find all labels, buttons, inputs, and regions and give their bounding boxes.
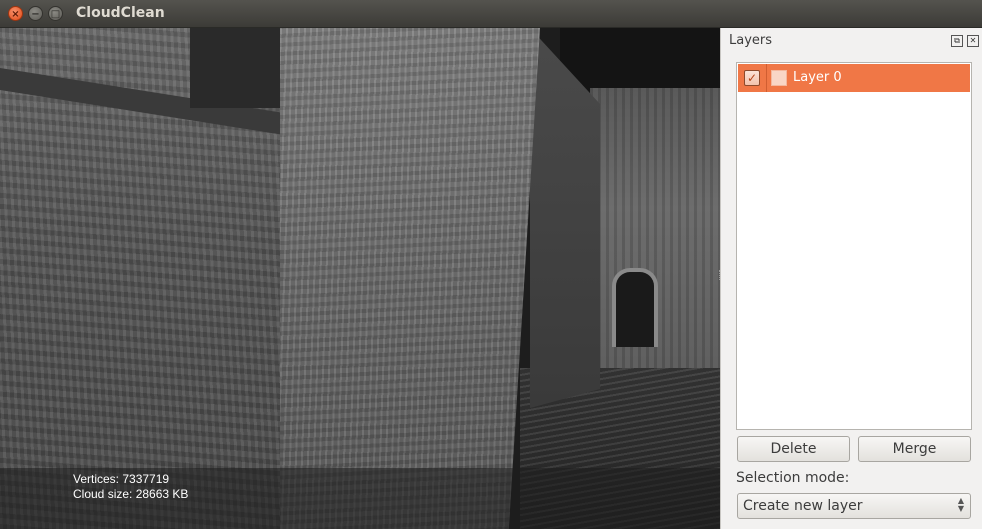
point-cloud-archway [612,268,658,347]
layer-list[interactable]: ✓ Layer 0 [736,62,972,430]
vertices-count: Vertices: 7337719 [73,472,170,486]
title-bar: × − □ CloudClean [0,0,982,28]
layer-color-swatch[interactable] [771,70,787,86]
window-close-button[interactable]: × [8,6,23,21]
point-cloud-viewport[interactable]: Vertices: 7337719 Cloud size: 28663 KB [0,28,720,529]
point-cloud-wall-center [280,28,540,529]
selection-mode-select[interactable]: Create new layer ▲ ▼ [737,493,971,519]
window-maximize-button[interactable]: □ [48,6,63,21]
window-minimize-button[interactable]: − [28,6,43,21]
cloud-stats: Vertices: 7337719 Cloud size: 28663 KB [73,472,188,502]
layers-panel-title: Layers [729,33,773,48]
float-icon[interactable]: ⧉ [951,35,963,47]
cloud-size: Cloud size: 28663 KB [73,487,189,501]
selection-mode-label: Selection mode: [736,470,850,486]
point-cloud-window-opening [190,28,286,108]
layer-row-divider [766,64,767,92]
updown-arrows-icon: ▲ ▼ [957,496,964,513]
layer-row[interactable]: ✓ Layer 0 [738,64,970,92]
layers-dock-panel: Layers ⧉ ✕ ✓ Layer 0 Delete Merge Select… [720,28,982,529]
layer-name: Layer 0 [793,70,842,85]
merge-button[interactable]: Merge [858,436,971,462]
delete-button[interactable]: Delete [737,436,850,462]
window-title: CloudClean [76,5,165,21]
close-icon[interactable]: ✕ [967,35,979,47]
layer-visibility-checkbox[interactable]: ✓ [744,70,760,86]
selection-mode-value: Create new layer [743,498,863,514]
